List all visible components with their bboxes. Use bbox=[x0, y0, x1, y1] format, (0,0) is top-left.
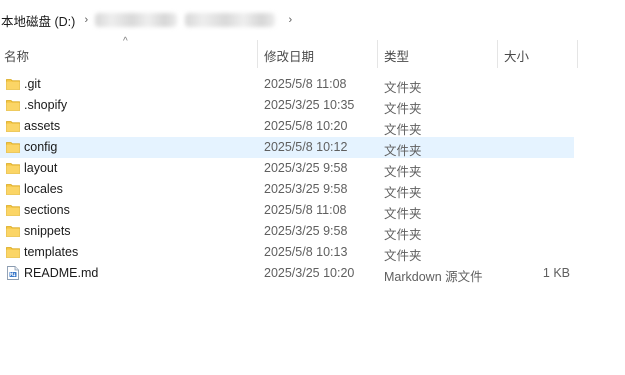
file-name: assets bbox=[24, 119, 61, 133]
file-row[interactable]: templates 2025/5/8 10:13 文件夹 bbox=[0, 242, 580, 263]
breadcrumb-drive[interactable]: 本地磁盘 (D:) bbox=[0, 11, 77, 30]
folder-icon bbox=[6, 162, 20, 174]
file-row[interactable]: locales 2025/3/25 9:58 文件夹 bbox=[0, 179, 580, 200]
file-name: config bbox=[24, 140, 58, 154]
sort-ascending-icon: ^ bbox=[123, 36, 128, 47]
file-type: 文件夹 bbox=[384, 123, 422, 137]
file-modified-date: 2025/3/25 10:35 bbox=[264, 98, 355, 112]
file-modified-date: 2025/5/8 10:20 bbox=[264, 119, 348, 133]
file-row[interactable]: config 2025/5/8 10:12 文件夹 bbox=[0, 137, 580, 158]
file-modified-date: 2025/5/8 11:08 bbox=[264, 203, 347, 217]
column-divider[interactable] bbox=[377, 40, 378, 68]
breadcrumb-separator[interactable]: › bbox=[281, 14, 299, 26]
file-modified-date: 2025/5/8 10:13 bbox=[264, 245, 348, 259]
breadcrumb-separator[interactable]: › bbox=[77, 14, 95, 26]
file-modified-date: 2025/5/8 10:12 bbox=[264, 140, 348, 154]
file-modified-date: 2025/3/25 9:58 bbox=[264, 182, 348, 196]
file-type: 文件夹 bbox=[384, 228, 422, 242]
breadcrumb-redacted-folder[interactable] bbox=[185, 13, 276, 27]
file-row[interactable]: assets 2025/5/8 10:20 文件夹 bbox=[0, 116, 580, 137]
breadcrumb-redacted-folder[interactable] bbox=[95, 13, 178, 27]
file-modified-date: 2025/5/8 11:08 bbox=[264, 77, 347, 91]
file-type: 文件夹 bbox=[384, 249, 422, 263]
file-name: layout bbox=[24, 161, 58, 175]
file-explorer: 本地磁盘 (D:) › › ^ 名称 修改日期 类型 大小 .git 2025/5… bbox=[0, 0, 625, 375]
column-header-type[interactable]: 类型 bbox=[384, 46, 409, 65]
column-header-name[interactable]: 名称 bbox=[4, 46, 29, 65]
file-type: 文件夹 bbox=[384, 102, 422, 116]
column-header-size[interactable]: 大小 bbox=[504, 46, 529, 65]
folder-icon bbox=[6, 183, 20, 195]
file-modified-date: 2025/3/25 10:20 bbox=[264, 266, 355, 280]
folder-icon bbox=[6, 246, 20, 258]
column-header-modified[interactable]: 修改日期 bbox=[264, 46, 314, 65]
folder-icon bbox=[6, 78, 20, 90]
file-name: snippets bbox=[24, 224, 71, 238]
folder-icon bbox=[6, 120, 20, 132]
file-type: 文件夹 bbox=[384, 81, 422, 95]
file-type: 文件夹 bbox=[384, 186, 422, 200]
file-modified-date: 2025/3/25 9:58 bbox=[264, 224, 348, 238]
file-row[interactable]: snippets 2025/3/25 9:58 文件夹 bbox=[0, 221, 580, 242]
markdown-file-icon bbox=[7, 266, 21, 280]
file-list: .git 2025/5/8 11:08 文件夹 .shopify 2025/3/25 1… bbox=[0, 74, 580, 284]
file-row[interactable]: sections 2025/5/8 11:08 文件夹 bbox=[0, 200, 580, 221]
column-divider[interactable] bbox=[257, 40, 258, 68]
column-header-bar: ^ 名称 修改日期 类型 大小 bbox=[0, 36, 580, 68]
file-type: 文件夹 bbox=[384, 207, 422, 221]
column-divider[interactable] bbox=[577, 40, 578, 68]
file-row[interactable]: README.md 2025/3/25 10:20 Markdown 源文件 1 KB bbox=[0, 263, 580, 284]
file-row[interactable]: layout 2025/3/25 9:58 文件夹 bbox=[0, 158, 580, 179]
folder-icon bbox=[6, 99, 20, 111]
column-divider[interactable] bbox=[497, 40, 498, 68]
file-name: sections bbox=[24, 203, 70, 217]
file-name: locales bbox=[24, 182, 63, 196]
folder-icon bbox=[6, 225, 20, 237]
file-name: templates bbox=[24, 245, 79, 259]
folder-icon bbox=[6, 141, 20, 153]
file-row[interactable]: .shopify 2025/3/25 10:35 文件夹 bbox=[0, 95, 580, 116]
file-name: README.md bbox=[24, 266, 99, 280]
file-size: 1 KB bbox=[542, 266, 570, 280]
breadcrumb: 本地磁盘 (D:) › › bbox=[0, 8, 299, 32]
file-name: .shopify bbox=[24, 98, 68, 112]
file-name: .git bbox=[24, 77, 41, 91]
file-type: 文件夹 bbox=[384, 144, 422, 158]
file-row[interactable]: .git 2025/5/8 11:08 文件夹 bbox=[0, 74, 580, 95]
folder-icon bbox=[6, 204, 20, 216]
file-modified-date: 2025/3/25 9:58 bbox=[264, 161, 348, 175]
file-type: 文件夹 bbox=[384, 165, 422, 179]
file-type: Markdown 源文件 bbox=[384, 270, 483, 284]
